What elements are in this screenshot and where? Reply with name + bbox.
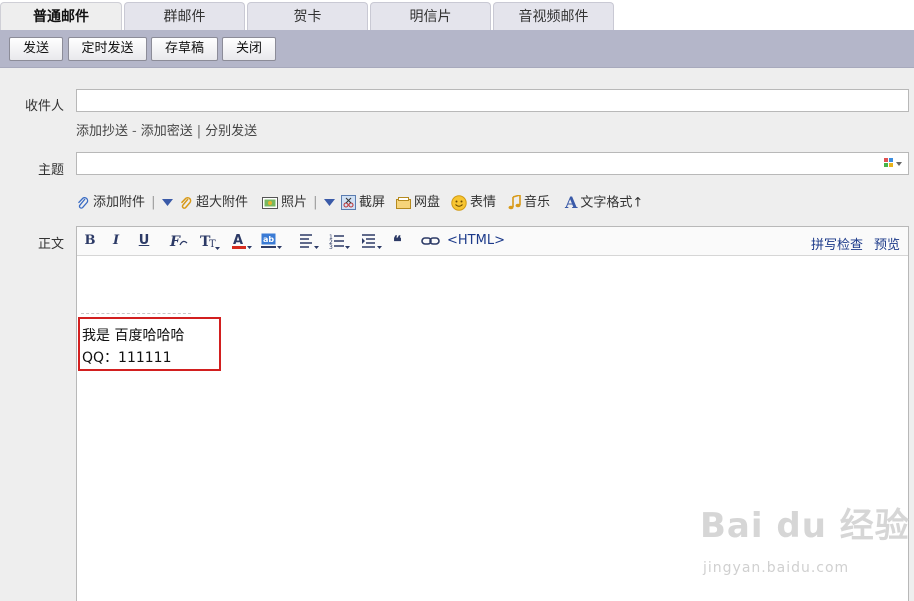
body-text-line-1: 我是 百度哈哈哈	[82, 328, 185, 344]
tab-greeting-card[interactable]: 贺卡	[247, 2, 368, 30]
preview-link[interactable]: 预览	[874, 234, 900, 253]
photo-icon	[262, 196, 278, 209]
bold-button[interactable]: B	[83, 233, 97, 249]
netdisk-button[interactable]: 网盘	[396, 192, 440, 214]
svg-text:❝: ❝	[393, 235, 402, 247]
large-attachment-label: 超大附件	[196, 195, 249, 210]
numbered-list-icon[interactable]: 123	[329, 233, 351, 250]
indent-icon[interactable]	[361, 233, 383, 250]
smiley-icon	[451, 194, 467, 211]
html-mode-button[interactable]: <HTML>	[447, 233, 507, 249]
body-label: 正文	[37, 237, 64, 252]
editor-toolbar: B I U F TT A ab 123 ❝ <HTML> 拼写检查 预览	[77, 227, 908, 256]
subject-label: 主题	[37, 163, 64, 178]
netdisk-label: 网盘	[414, 195, 441, 210]
text-format-button[interactable]: A 文字格式↑	[565, 192, 643, 214]
tab-normal-mail[interactable]: 普通邮件	[0, 2, 122, 30]
emoji-label: 表情	[470, 195, 497, 210]
signature-divider	[81, 313, 191, 314]
tab-postcard[interactable]: 明信片	[370, 2, 491, 30]
svg-text:A: A	[233, 233, 243, 248]
chevron-down-icon[interactable]	[161, 199, 173, 206]
separate-send-link[interactable]: 分别发送	[205, 124, 257, 139]
svg-text:ab: ab	[263, 235, 274, 244]
large-attachment-button[interactable]: 超大附件	[179, 192, 248, 214]
font-family-icon[interactable]: F	[169, 233, 189, 249]
chevron-down-icon[interactable]	[323, 199, 335, 206]
body-text-line-2: QQ：111111	[82, 350, 172, 366]
subject-color-picker-icon[interactable]	[884, 158, 902, 169]
add-attachment-label: 添加附件	[93, 195, 146, 210]
paperclip-icon	[78, 196, 89, 209]
paperclip-gold-icon	[180, 196, 192, 209]
watermark-logo: Bai du 经验	[700, 506, 910, 546]
photo-button[interactable]: 照片 |	[262, 192, 335, 214]
recipient-links: 添加抄送 - 添加密送 | 分别发送	[76, 120, 257, 139]
tab-bar: 普通邮件 群邮件 贺卡 明信片 音视频邮件	[0, 0, 914, 30]
text-format-label: 文字格式↑	[580, 195, 644, 211]
music-note-icon	[508, 195, 521, 210]
link-icon[interactable]	[421, 235, 441, 247]
emoji-button[interactable]: 表情	[451, 192, 496, 214]
photo-label: 照片	[281, 195, 308, 210]
add-attachment-button[interactable]: 添加附件 |	[76, 192, 173, 214]
svg-text:F: F	[169, 234, 181, 249]
underline-button[interactable]: U	[137, 233, 151, 249]
scheduled-send-button[interactable]: 定时发送	[68, 37, 147, 61]
highlight-color-icon[interactable]: ab	[261, 233, 283, 250]
save-draft-button[interactable]: 存草稿	[151, 37, 218, 61]
link-pipe: |	[196, 124, 202, 139]
send-button[interactable]: 发送	[9, 37, 63, 61]
music-button[interactable]: 音乐	[508, 192, 550, 214]
italic-button[interactable]: I	[109, 233, 123, 249]
quote-icon[interactable]: ❝	[393, 235, 407, 247]
font-size-icon[interactable]: TT	[199, 233, 221, 250]
font-color-icon[interactable]: A	[231, 232, 253, 250]
spellcheck-link[interactable]: 拼写检查	[811, 234, 863, 253]
add-bcc-link[interactable]: 添加密送	[141, 124, 193, 139]
close-button[interactable]: 关闭	[222, 37, 276, 61]
watermark-url: jingyan.baidu.com	[703, 560, 850, 576]
screenshot-label: 截屏	[359, 195, 386, 210]
subject-input[interactable]	[76, 152, 909, 175]
screenshot-button[interactable]: 截屏	[341, 192, 385, 214]
tab-av-mail[interactable]: 音视频邮件	[493, 2, 614, 30]
recipient-input[interactable]	[76, 89, 909, 112]
tab-group-mail[interactable]: 群邮件	[124, 2, 245, 30]
editor-body[interactable]: 我是 百度哈哈哈 QQ：111111	[77, 257, 908, 601]
svg-text:3: 3	[329, 244, 333, 250]
text-format-icon: A	[565, 193, 578, 212]
align-icon[interactable]	[299, 233, 321, 250]
recipient-label: 收件人	[24, 99, 64, 114]
action-toolbar: 发送 定时发送 存草稿 关闭	[0, 30, 914, 68]
link-dash: -	[132, 124, 137, 139]
add-cc-link[interactable]: 添加抄送	[76, 124, 128, 139]
scissors-icon	[341, 195, 356, 210]
music-label: 音乐	[524, 195, 551, 210]
netdisk-icon	[396, 196, 411, 209]
svg-text:T: T	[209, 239, 216, 250]
